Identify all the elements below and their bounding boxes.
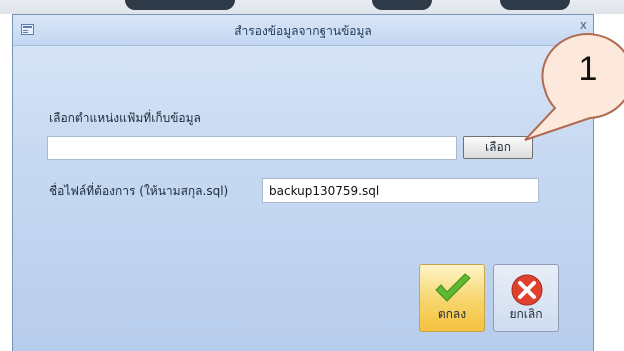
- filename-label: ชื่อไฟล์ที่ต้องการ (ให้นามสกุล.sql): [49, 184, 229, 198]
- desktop-background: [0, 0, 624, 14]
- folder-path-input[interactable]: [47, 136, 457, 160]
- close-icon[interactable]: x: [580, 18, 587, 32]
- background-shape: [500, 0, 570, 10]
- cancel-x-icon: [494, 272, 558, 308]
- title-bar: สำรองข้อมูลจากฐานข้อมูล x: [13, 15, 593, 46]
- cancel-button[interactable]: ยกเลิก: [493, 264, 559, 332]
- dialog-title: สำรองข้อมูลจากฐานข้อมูล: [234, 24, 372, 38]
- backup-dialog: สำรองข้อมูลจากฐานข้อมูล x เลือกตำแหน่งแฟ…: [12, 14, 594, 351]
- background-shape: [125, 0, 235, 10]
- ok-button[interactable]: ตกลง: [419, 264, 485, 332]
- browse-button[interactable]: เลือก: [463, 136, 533, 159]
- filename-input[interactable]: [262, 178, 539, 203]
- folder-label: เลือกตำแหน่งแฟ้มที่เก็บข้อมูล: [49, 111, 201, 125]
- cancel-label: ยกเลิก: [509, 307, 543, 321]
- ok-label: ตกลง: [437, 307, 467, 321]
- checkmark-icon: [420, 272, 484, 308]
- background-shape: [372, 0, 432, 10]
